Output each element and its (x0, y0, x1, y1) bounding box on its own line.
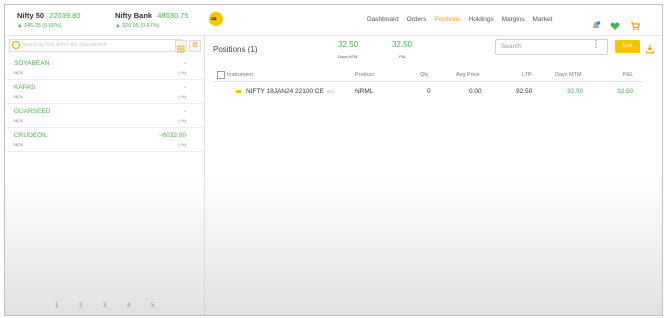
pnl-cell: 32.50 (617, 88, 634, 95)
column-header[interactable]: P&L (623, 72, 633, 78)
watchlist-item[interactable]: CRUDEOIL MCX ~6032.00 ( %) (5, 129, 204, 152)
grid-icon (177, 45, 185, 53)
instrument-price: - (183, 108, 186, 115)
exit-button[interactable]: Exit (615, 40, 640, 53)
nav-positions[interactable]: Positions (434, 16, 460, 23)
nav-dashboard[interactable]: Dashboard (367, 16, 399, 23)
index-name: Nifty 50 (17, 11, 45, 20)
index-niftybank[interactable]: Nifty Bank 48030.75 ▲ 320.95 (0.67%) (115, 11, 188, 29)
watchlist-item[interactable]: GUARSEED MCX - ( %) (5, 105, 204, 128)
exchange-label: MCX (14, 94, 23, 99)
positions-table-header: Instrument Product Qty Avg Price LTP Day… (213, 69, 643, 82)
exchange-label: MCX (14, 118, 23, 123)
column-header[interactable]: Days MTM (555, 72, 582, 78)
cart-icon[interactable] (630, 18, 641, 30)
instrument-name: GUARSEED (14, 108, 51, 115)
nav-margins[interactable]: Margins (502, 16, 525, 23)
index-nifty50[interactable]: Nifty 50 22039.80 ▲ 145.35 (0.66%) (17, 11, 80, 29)
instrument-name: CRUDEOIL (14, 132, 48, 139)
days-mtm-cell: 32.50 (567, 88, 584, 95)
instrument-price: - (183, 84, 186, 91)
product-cell: NRML (355, 88, 374, 95)
instrument-name: SOYABEAN (14, 60, 50, 67)
download-icon[interactable] (645, 41, 655, 54)
instrument-change: ( %) (178, 94, 186, 99)
main-nav: Dashboard Orders Positions Holdings Marg… (367, 16, 558, 23)
instrument-change: ( %) (178, 70, 186, 75)
heart-icon[interactable] (610, 18, 620, 30)
instrument-name: KAPAS (14, 84, 36, 91)
nav-market[interactable]: Market (533, 16, 553, 23)
brand-logo[interactable]: ∞ (209, 12, 223, 26)
exchange-label: MCX (14, 70, 23, 75)
qty-cell: 0 (427, 88, 431, 95)
page-title: Positions (1) (213, 45, 258, 54)
avg-price-cell: 0.00 (469, 88, 482, 95)
ltp-cell: 92.50 (516, 88, 533, 95)
watchlist-item[interactable]: SOYABEAN MCX - ( %) (5, 57, 204, 80)
instrument-price: - (183, 60, 186, 67)
watchlist-search-input[interactable]: Search eg:TCS, NIFTY BO, GOLDM MAR (9, 39, 182, 52)
position-tag (236, 90, 241, 93)
search-icon (12, 41, 20, 49)
page-5[interactable]: 5 (151, 303, 154, 309)
index-name: Nifty Bank (115, 11, 153, 20)
positions-count: (1) (247, 45, 258, 54)
index-value: 48030.75 (157, 11, 189, 20)
column-header[interactable]: Avg Price (456, 72, 479, 78)
page-2[interactable]: 2 (79, 303, 82, 309)
page-3[interactable]: 3 (103, 303, 106, 309)
select-all-checkbox[interactable] (217, 71, 225, 79)
pnl-value: 32.50 (392, 40, 413, 49)
page-4[interactable]: 4 (127, 303, 130, 309)
exchange-label: MCX (14, 142, 23, 147)
nav-orders[interactable]: Orders (407, 16, 427, 23)
watchlist-panel: Search eg:TCS, NIFTY BO, GOLDM MAR ⚙ SOY… (5, 35, 205, 315)
days-mtm-value: 32.50 (338, 40, 359, 49)
page-1[interactable]: 1 (55, 303, 58, 309)
nav-holdings[interactable]: Holdings (469, 16, 494, 23)
instrument-cell: NIFTY 18JAN24 22100 CE NFO (246, 88, 335, 95)
top-bar: Nifty 50 22039.80 ▲ 145.35 (0.66%) Nifty… (5, 5, 662, 48)
index-change: ▲ 320.95 (0.67%) (115, 23, 160, 29)
app-frame: Nifty 50 22039.80 ▲ 145.35 (0.66%) Nifty… (4, 4, 663, 316)
watchlist-item[interactable]: KAPAS MCX - ( %) (5, 81, 204, 104)
instrument-price: ~6032.00 (158, 132, 186, 139)
column-header[interactable]: Qty (420, 72, 429, 78)
column-header[interactable]: Instrument (227, 72, 253, 78)
instrument-change: ( %) (178, 142, 186, 147)
pnl-label: P&L (399, 54, 407, 59)
positions-search-input[interactable]: Search (495, 39, 608, 55)
watchlist-grid-button[interactable] (175, 40, 187, 53)
column-header[interactable]: Product (355, 72, 374, 78)
instrument-change: ( %) (178, 118, 186, 123)
index-change: ▲ 145.35 (0.66%) (17, 23, 62, 29)
table-row[interactable]: NIFTY 18JAN24 22100 CE NFO NRML 0 0.00 92… (213, 85, 643, 99)
gear-icon[interactable]: ⚙ (189, 40, 201, 52)
bell-icon[interactable] (591, 18, 601, 28)
column-header[interactable]: LTP (522, 72, 532, 78)
index-value: 22039.80 (49, 11, 81, 20)
days-mtm-label: Days MTM (338, 54, 358, 59)
